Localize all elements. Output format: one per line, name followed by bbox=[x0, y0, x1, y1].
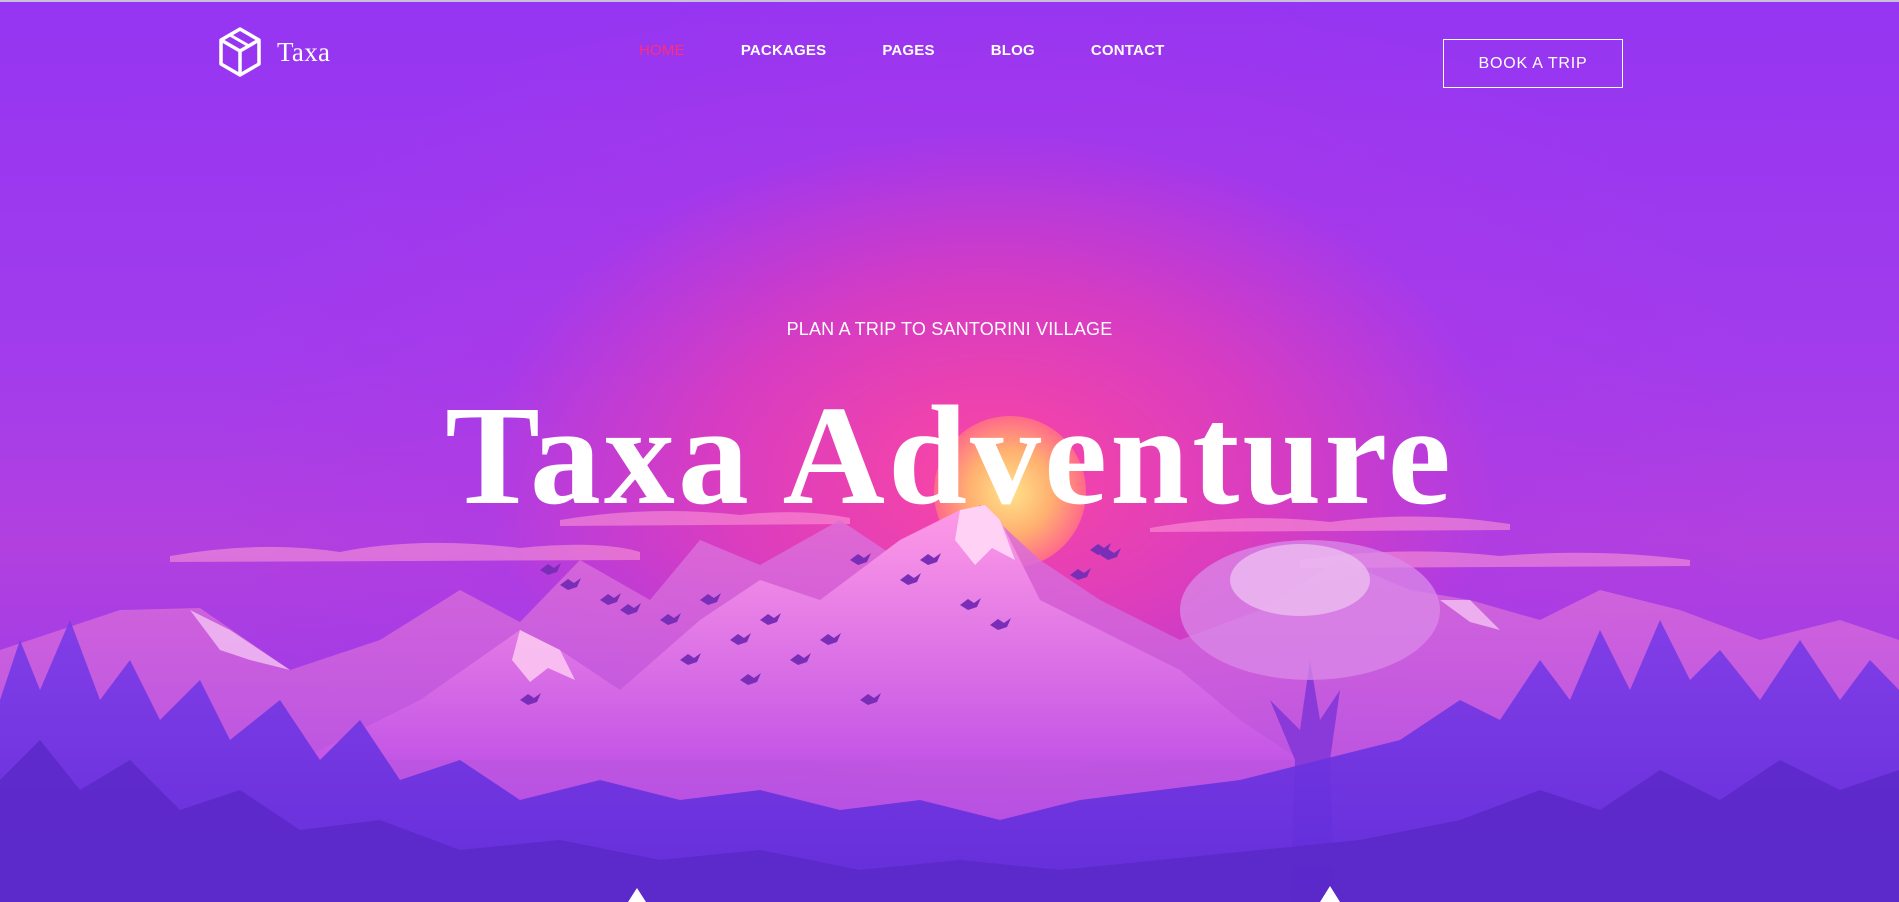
main-nav: HOME PACKAGES PAGES BLOG CONTACT bbox=[639, 42, 1164, 59]
nav-item-packages[interactable]: PACKAGES bbox=[741, 42, 827, 59]
nav-item-contact[interactable]: CONTACT bbox=[1091, 42, 1165, 59]
nav-item-blog[interactable]: BLOG bbox=[991, 42, 1035, 59]
hero-subtitle: PLAN A TRIP TO SANTORINI VILLAGE bbox=[786, 319, 1113, 339]
brand-name: Taxa bbox=[277, 36, 331, 67]
brand-logo[interactable]: Taxa bbox=[217, 26, 330, 78]
hero-section: Taxa HOME PACKAGES PAGES BLOG CONTACT BO… bbox=[0, 0, 1899, 902]
nav-item-pages[interactable]: PAGES bbox=[882, 42, 934, 59]
book-trip-button[interactable]: BOOK A TRIP bbox=[1443, 39, 1623, 88]
cube-icon bbox=[219, 27, 261, 77]
nav-item-home[interactable]: HOME bbox=[639, 42, 685, 59]
hero-title: Taxa Adventure bbox=[445, 376, 1454, 534]
